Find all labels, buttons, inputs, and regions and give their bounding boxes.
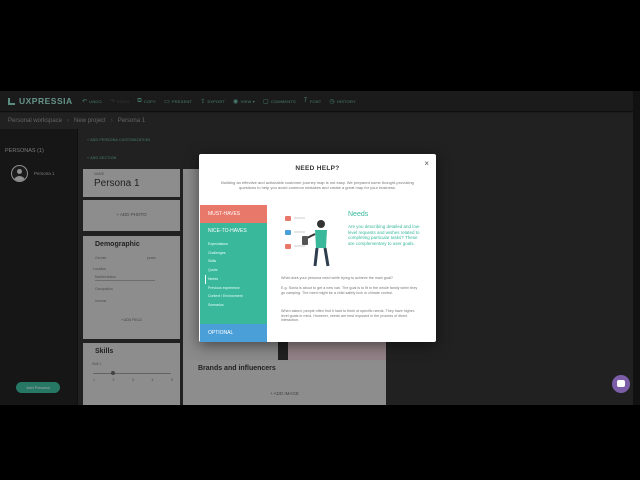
needs-heading: Needs [348, 211, 369, 218]
menu-item-context-environment[interactable]: Context / Environment [208, 292, 267, 301]
chat-icon[interactable] [612, 375, 630, 393]
category-must-haves[interactable]: MUST-HAVES [200, 205, 267, 223]
needs-description: Are you describing detailed and low-leve… [348, 224, 421, 246]
modal-title: NEED HELP? [295, 165, 340, 172]
category-optional[interactable]: OPTIONAL [200, 324, 267, 342]
menu-item-skills[interactable]: Skills [208, 257, 267, 266]
video-letterbox-bottom [0, 405, 640, 480]
menu-item-expectations[interactable]: Expectations [208, 240, 267, 249]
menu-item-scenarios[interactable]: Scenarios [208, 301, 267, 310]
category-menu: MUST-HAVES NICE-TO-HAVES Expectations Ch… [200, 205, 267, 342]
modal-description: Building an effective and actionable cus… [221, 180, 414, 190]
needs-tip: When asked, people often find it hard to… [281, 309, 416, 323]
menu-item-quote[interactable]: Quote [208, 266, 267, 275]
nice-to-haves-heading: NICE-TO-HAVES [208, 228, 247, 234]
need-help-modal: NEED HELP? × Building an effective and a… [199, 154, 436, 342]
menu-item-previous-experience[interactable]: Previous experience [208, 284, 267, 293]
scrollbar[interactable] [633, 91, 640, 405]
video-letterbox-top [0, 0, 640, 91]
needs-example: E.g. Sonia is about to get a new van. Th… [281, 286, 418, 295]
needs-illustration [285, 216, 330, 267]
needs-question: What does your persona need while trying… [281, 276, 393, 280]
category-nice-to-haves[interactable]: NICE-TO-HAVES Expectations Challenges Sk… [200, 223, 267, 324]
menu-item-needs[interactable]: Needs [205, 274, 267, 284]
menu-item-challenges[interactable]: Challenges [208, 249, 267, 258]
close-icon[interactable]: × [424, 159, 429, 168]
